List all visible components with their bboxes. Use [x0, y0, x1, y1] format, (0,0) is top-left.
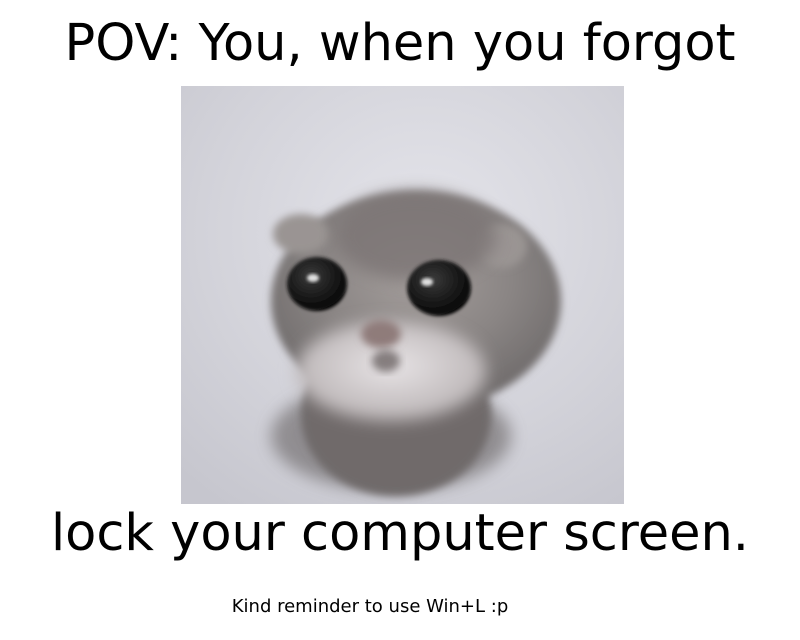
hamster-left-eye [287, 257, 347, 311]
hamster-illustration [181, 86, 624, 504]
hamster-nose [361, 320, 401, 348]
eye-highlight [421, 278, 433, 286]
reminder-text: Kind reminder to use Win+L :p [231, 596, 509, 617]
hamster-forehead [336, 191, 496, 281]
hamster-left-ear [273, 214, 329, 254]
hamster-photo [181, 86, 624, 504]
bottom-caption: lock your computer screen. [51, 504, 749, 563]
top-caption: POV: You, when you forgot [64, 14, 736, 73]
hamster-right-eye [407, 260, 471, 316]
hamster-mouth [372, 350, 400, 372]
eye-highlight [307, 274, 319, 282]
